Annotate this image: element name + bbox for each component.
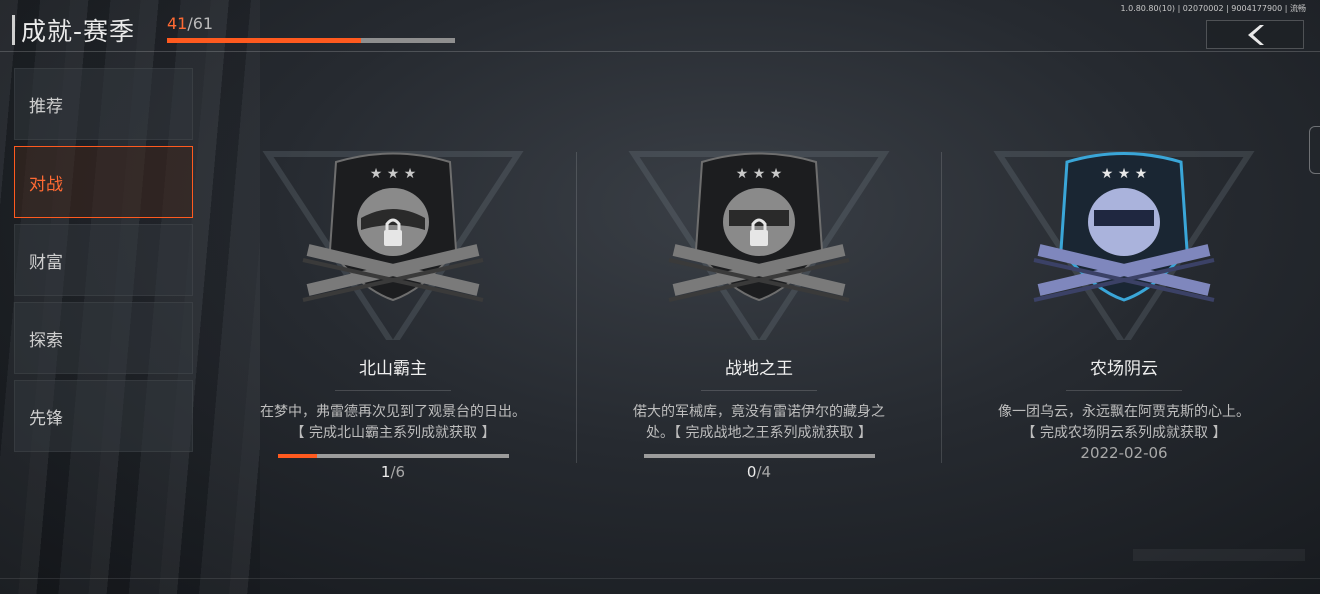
title-accent-bar — [12, 15, 15, 45]
achievement-progress-bar — [278, 454, 509, 458]
description-line: 在梦中，弗雷德再次见到了观景台的日出。 — [260, 404, 526, 420]
achievement-date: 2022-02-06 — [1080, 444, 1168, 462]
season-progress: 41/61 — [167, 14, 455, 43]
hud-decoration — [1133, 549, 1305, 561]
back-button[interactable] — [1206, 20, 1304, 49]
achievement-description: 偌大的军械库，竟没有雷诺伊尔的藏身之 处。【 完成战地之王系列成就获取 】 — [594, 402, 924, 444]
description-line: 像一团乌云，永远飘在阿贾克斯的心上。 — [998, 404, 1250, 420]
name-underline — [701, 390, 817, 391]
achievement-name: 战地之王 — [725, 359, 793, 379]
sidebar-item-wealth[interactable]: 财富 — [14, 224, 193, 296]
achievement-progress-fill — [278, 454, 317, 458]
svg-text:★ ★ ★: ★ ★ ★ — [370, 166, 417, 182]
category-sidebar: 推荐 对战 财富 探索 先锋 — [14, 68, 193, 458]
achievement-description: 在梦中，弗雷德再次见到了观景台的日出。 【 完成北山霸主系列成就获取 】 — [228, 402, 558, 444]
achievement-name: 农场阴云 — [1090, 359, 1158, 379]
name-underline — [1066, 390, 1182, 391]
description-requirement: 处。【 完成战地之王系列成就获取 】 — [646, 425, 872, 441]
page-title: 成就-赛季 — [21, 17, 136, 46]
achievement-count: 1/6 — [228, 463, 558, 481]
sidebar-item-recommended[interactable]: 推荐 — [14, 68, 193, 140]
achievement-description: 像一团乌云，永远飘在阿贾克斯的心上。 【 完成农场阴云系列成就获取 】 — [959, 402, 1289, 444]
achievement-count: 0/4 — [594, 463, 924, 481]
season-progress-bar — [167, 38, 455, 43]
sidebar-item-label: 探索 — [29, 330, 63, 351]
season-progress-fill — [167, 38, 361, 43]
page-header: 成就-赛季 — [12, 12, 135, 48]
achievement-name: 北山霸主 — [359, 359, 427, 379]
description-line: 偌大的军械库，竟没有雷诺伊尔的藏身之 — [633, 404, 885, 420]
sidebar-item-label: 推荐 — [29, 96, 63, 117]
description-requirement: 【 完成北山霸主系列成就获取 】 — [290, 425, 496, 441]
chevron-left-icon — [1248, 24, 1264, 45]
helmet-skull-badge-icon: ★ ★ ★ — [262, 151, 524, 340]
header-divider — [0, 51, 1320, 52]
card-divider — [941, 152, 942, 463]
sidebar-item-label: 先锋 — [29, 408, 63, 429]
sidebar-item-label: 对战 — [29, 174, 63, 195]
sidebar-item-battle[interactable]: 对战 — [14, 146, 193, 218]
achievement-progress-bar — [644, 454, 875, 458]
svg-text:★ ★ ★: ★ ★ ★ — [1101, 166, 1148, 182]
version-info: 1.0.80.80(10) | 02070002 | 9004177900 | … — [1120, 4, 1306, 13]
achievement-count-total: /4 — [756, 463, 772, 481]
sidebar-item-explore[interactable]: 探索 — [14, 302, 193, 374]
footer-divider — [0, 578, 1320, 579]
season-progress-text: 41/61 — [167, 14, 213, 33]
helmet-skull-badge-icon: ★ ★ ★ — [628, 151, 890, 340]
sidebar-item-vanguard[interactable]: 先锋 — [14, 380, 193, 452]
season-progress-total: 61 — [192, 14, 214, 33]
season-progress-current: 41 — [167, 14, 188, 33]
card-divider — [576, 152, 577, 463]
svg-text:★ ★ ★: ★ ★ ★ — [736, 166, 783, 182]
description-requirement: 【 完成农场阴云系列成就获取 】 — [1021, 425, 1227, 441]
achievement-count-total: /6 — [390, 463, 406, 481]
helmet-skull-badge-icon: ★ ★ ★ — [993, 151, 1255, 340]
side-drawer-handle[interactable] — [1309, 126, 1320, 174]
name-underline — [335, 390, 451, 391]
sidebar-item-label: 财富 — [29, 252, 63, 273]
